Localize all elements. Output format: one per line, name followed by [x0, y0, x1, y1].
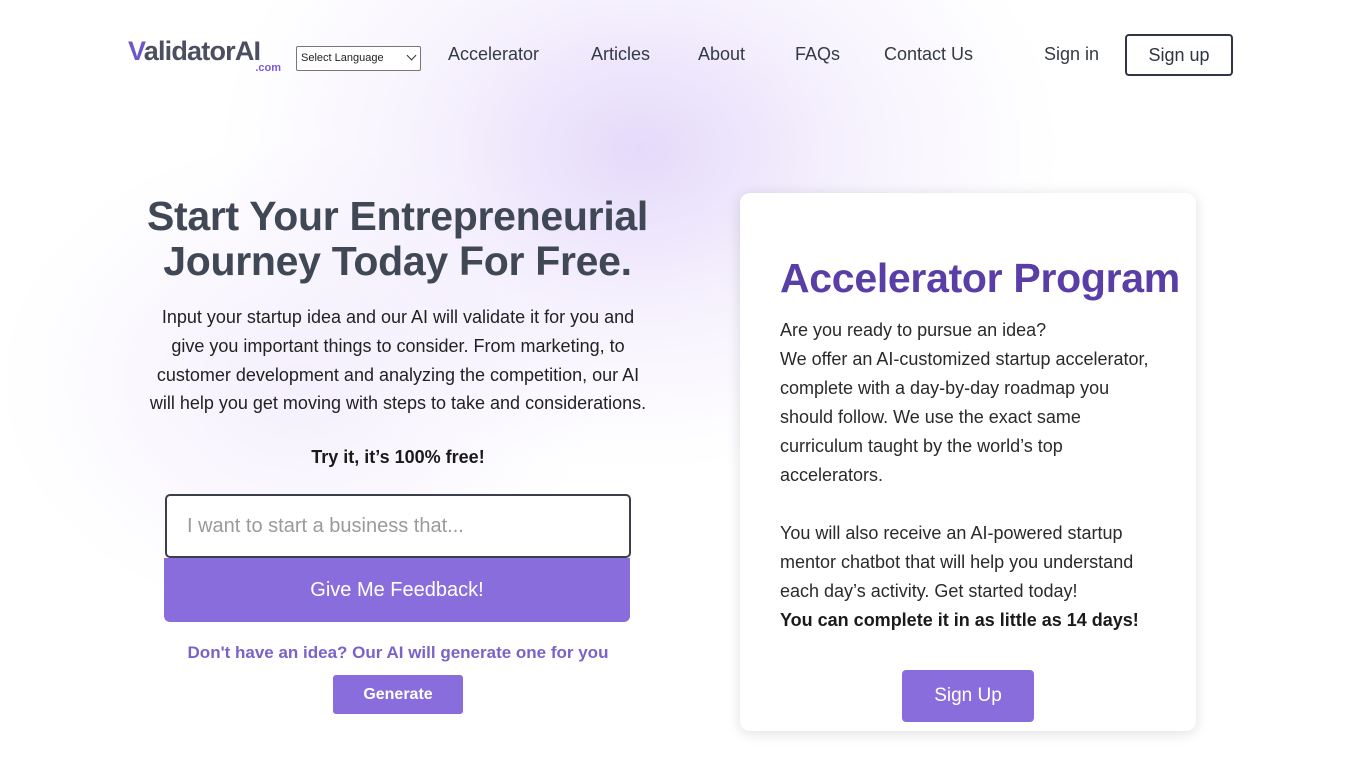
chevron-down-icon	[406, 50, 417, 61]
accelerator-question: Are you ready to pursue an idea?	[780, 320, 1047, 340]
hero-description: Input your startup idea and our AI will …	[149, 307, 647, 414]
accelerator-paragraph-1: We offer an AI-customized startup accele…	[780, 349, 1149, 485]
idea-input[interactable]	[165, 494, 631, 558]
give-feedback-button[interactable]: Give Me Feedback!	[164, 558, 630, 622]
language-select[interactable]: Select Language	[296, 46, 421, 71]
no-idea-text: Don't have an idea? Our AI will generate…	[187, 643, 609, 662]
accelerator-highlight: You can complete it in as little as 14 d…	[780, 610, 1139, 630]
site-header: ValidatorAI .com Select Language Acceler…	[0, 0, 1366, 110]
generate-button[interactable]: Generate	[333, 675, 463, 714]
nav-articles[interactable]: Articles	[591, 44, 650, 65]
accelerator-title: Accelerator Program	[780, 255, 1180, 301]
accelerator-paragraph-2: You will also receive an AI-powered star…	[780, 523, 1134, 601]
language-select-value: Select Language	[301, 52, 384, 64]
sign-up-button[interactable]: Sign up	[1125, 34, 1233, 76]
nav-about[interactable]: About	[698, 44, 745, 65]
nav-faqs[interactable]: FAQs	[795, 44, 840, 65]
logo[interactable]: ValidatorAI .com	[128, 36, 283, 78]
accelerator-sign-up-button[interactable]: Sign Up	[902, 670, 1034, 722]
nav-accelerator[interactable]: Accelerator	[448, 44, 539, 65]
hero-free-line: Try it, it’s 100% free!	[311, 447, 485, 467]
logo-domain: .com	[255, 62, 281, 74]
accelerator-card: Accelerator Program Are you ready to pur…	[740, 193, 1196, 731]
nav-contact-us[interactable]: Contact Us	[884, 44, 973, 65]
accelerator-body: Are you ready to pursue an idea? We offe…	[780, 316, 1165, 635]
hero-title: Start Your Entrepreneurial Journey Today…	[146, 193, 649, 284]
sign-in-link[interactable]: Sign in	[1044, 44, 1099, 65]
logo-wordmark: ValidatorAI	[128, 36, 261, 66]
